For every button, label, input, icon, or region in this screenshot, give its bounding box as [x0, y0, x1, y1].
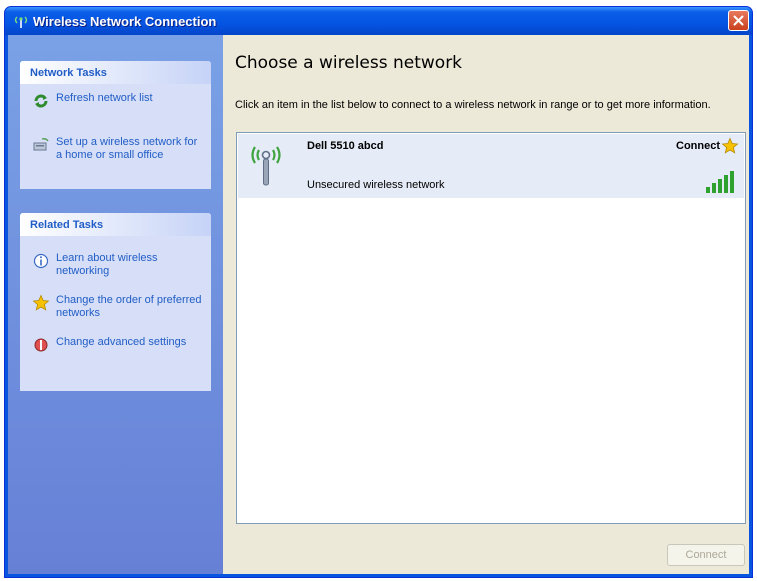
network-status: Connect — [676, 140, 720, 152]
sidebar-item-setup-wireless-network[interactable]: Set up a wireless network for a home or … — [20, 136, 211, 162]
network-tasks-header: Network Tasks — [20, 61, 211, 84]
connect-button[interactable]: Connect — [667, 544, 745, 566]
signal-bar — [724, 175, 728, 193]
network-security: Unsecured wireless network — [307, 179, 445, 191]
wireless-icon — [13, 13, 29, 29]
signal-bar — [718, 179, 722, 193]
refresh-icon — [32, 92, 50, 110]
sidebar-item-advanced-settings[interactable]: Change advanced settings — [20, 336, 211, 354]
sidebar-item-label: Refresh network list — [56, 92, 153, 104]
task-sidebar: Network Tasks Refresh network list Set u… — [8, 35, 223, 574]
network-name: Dell 5510 abcd — [307, 140, 384, 152]
wireless-network-window: Wireless Network Connection Network Task… — [4, 6, 753, 578]
window-client: Network Tasks Refresh network list Set u… — [8, 35, 749, 574]
star-icon — [721, 137, 739, 154]
signal-bar — [706, 187, 710, 193]
info-icon — [32, 252, 50, 270]
page-description: Click an item in the list below to conne… — [235, 99, 711, 111]
network-tasks-panel: Network Tasks Refresh network list Set u… — [20, 61, 211, 189]
window-title: Wireless Network Connection — [33, 13, 217, 29]
signal-bar — [712, 183, 716, 193]
list-item[interactable]: Dell 5510 abcd Connect Unsecured wireles… — [238, 134, 744, 198]
title-bar[interactable]: Wireless Network Connection — [5, 7, 752, 35]
sidebar-item-label: Set up a wireless network for a home or … — [56, 136, 198, 161]
network-list[interactable]: Dell 5510 abcd Connect Unsecured wireles… — [236, 132, 746, 524]
sidebar-item-refresh-network-list[interactable]: Refresh network list — [20, 92, 211, 110]
close-button[interactable] — [728, 10, 749, 31]
sidebar-item-label: Change the order of preferred networks — [56, 294, 202, 319]
sidebar-item-label: Change advanced settings — [56, 336, 187, 348]
close-icon — [733, 15, 744, 26]
page-title: Choose a wireless network — [235, 53, 463, 73]
sidebar-item-learn-wireless[interactable]: Learn about wireless networking — [20, 252, 211, 278]
signal-strength-icon — [706, 171, 734, 193]
star-icon — [32, 294, 50, 312]
sidebar-item-label: Learn about wireless networking — [56, 252, 158, 277]
settings-icon — [32, 336, 50, 354]
setup-network-icon — [32, 136, 50, 154]
related-tasks-panel: Related Tasks Learn about wireless netwo… — [20, 213, 211, 391]
wireless-antenna-icon — [251, 146, 281, 186]
signal-bar — [730, 171, 734, 193]
sidebar-item-change-order[interactable]: Change the order of preferred networks — [20, 294, 211, 320]
related-tasks-header: Related Tasks — [20, 213, 211, 236]
main-content: Choose a wireless network Click an item … — [223, 35, 749, 574]
